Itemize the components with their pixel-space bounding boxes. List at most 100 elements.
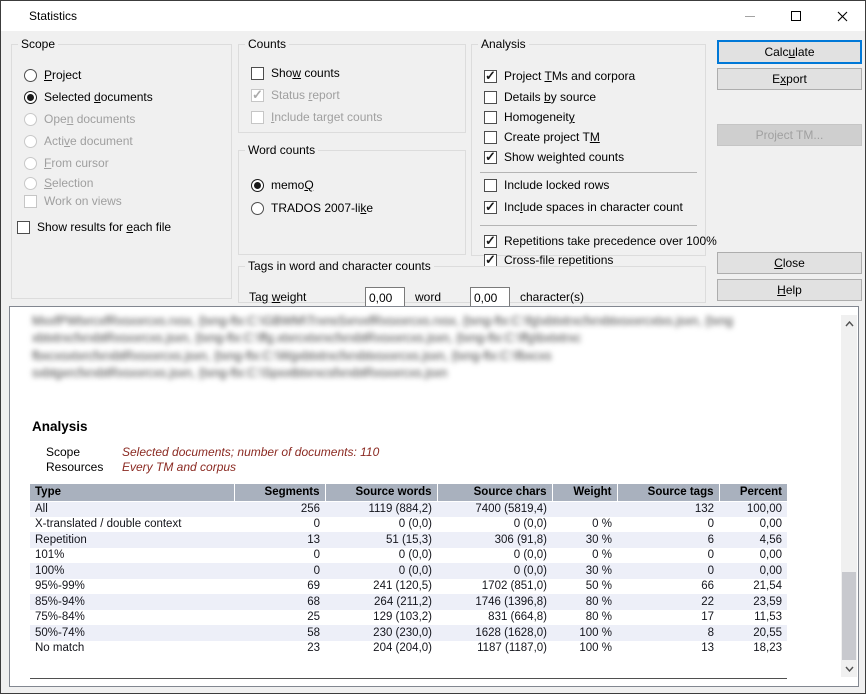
radio-label: memoQ	[271, 177, 314, 193]
column-header: Percent	[719, 484, 787, 501]
table-row: X-translated / double context00 (0,0)0 (…	[30, 517, 787, 533]
radio-active-document: Active document	[24, 133, 133, 149]
minimize-icon	[745, 16, 755, 17]
close-dialog-button[interactable]: Close	[717, 252, 862, 274]
radio-selection: Selection	[24, 175, 93, 191]
scroll-up-button[interactable]	[841, 315, 857, 332]
table-row: Repetition1351 (15,3)306 (91,8)30 %64,56	[30, 532, 787, 548]
table-cell: 230 (230,0)	[325, 625, 437, 641]
column-header: Source chars	[437, 484, 552, 501]
checkbox-status-report: Status report	[251, 87, 340, 103]
table-cell: 0	[234, 563, 325, 579]
checkbox-project-tms-and-corpora[interactable]: Project TMs and corpora	[484, 68, 635, 84]
checkbox-work-on-views: Work on views	[24, 193, 122, 209]
table-cell: 6	[617, 532, 719, 548]
radio-label: Project	[44, 67, 81, 83]
checkbox-include-spaces-in-character-count[interactable]: Include spaces in character count	[484, 199, 683, 215]
checkbox-show-results-for-each-file[interactable]: Show results for each file	[17, 219, 171, 235]
maximize-button[interactable]	[773, 1, 819, 31]
radio-icon	[24, 157, 37, 170]
table-cell: 66	[617, 579, 719, 595]
checkbox-label: Include target counts	[271, 109, 382, 125]
table-cell: 80 %	[552, 610, 617, 626]
checkbox-label: Details by source	[504, 89, 596, 105]
export-button[interactable]: Export	[717, 68, 862, 90]
table-cell: 58	[234, 625, 325, 641]
table-cell: 1746 (1396,8)	[437, 594, 552, 610]
table-cell: 4,56	[719, 532, 787, 548]
results-panel: MxxfPWtxrcxfRxsxxrcxs.rxsx, {txng-ftx:C:…	[9, 306, 859, 687]
table-cell: 21,54	[719, 579, 787, 595]
checkbox-checked-icon	[484, 151, 497, 164]
checkbox-repetitions-take-precedence[interactable]: Repetitions take precedence over 100%	[484, 233, 717, 249]
table-cell: 1187 (1187,0)	[437, 641, 552, 657]
column-header: Segments	[234, 484, 325, 501]
radio-trados-2007-like[interactable]: TRADOS 2007-like	[251, 200, 373, 216]
checkbox-include-locked-rows[interactable]: Include locked rows	[484, 177, 609, 193]
table-cell: 30 %	[552, 532, 617, 548]
report-resources-label: Resources	[46, 460, 126, 474]
calculate-button[interactable]: Calculate	[717, 40, 862, 64]
table-cell: 69	[234, 579, 325, 595]
table-cell: 8	[617, 625, 719, 641]
table-cell: 0,00	[719, 563, 787, 579]
table-cell: 18,23	[719, 641, 787, 657]
checkbox-label: Project TMs and corpora	[504, 68, 635, 84]
vertical-scrollbar[interactable]	[841, 315, 857, 677]
help-button[interactable]: Help	[717, 279, 862, 301]
radio-icon	[24, 113, 37, 126]
scrollbar-thumb[interactable]	[842, 572, 856, 660]
radio-label: Selection	[44, 175, 93, 191]
separator	[480, 225, 697, 226]
checkbox-details-by-source[interactable]: Details by source	[484, 89, 596, 105]
table-cell: 51 (15,3)	[325, 532, 437, 548]
table-cell: 80 %	[552, 594, 617, 610]
blurred-line: fbxcxsxtxrcfxrxbtRxsxxrcxs.jsxn, {txng-f…	[32, 348, 838, 365]
scroll-down-button[interactable]	[841, 660, 857, 677]
checkbox-checked-icon	[484, 235, 497, 248]
checkbox-checked-icon	[484, 201, 497, 214]
table-row: 75%-84%25129 (103,2)831 (664,8)80 %1711,…	[30, 610, 787, 626]
checkbox-label: Create project TM	[504, 129, 600, 145]
checkbox-checked-icon	[251, 89, 264, 102]
table-cell: 30 %	[552, 563, 617, 579]
checkbox-label: Include locked rows	[504, 177, 609, 193]
radio-project[interactable]: Project	[24, 67, 81, 83]
table-cell: 25	[234, 610, 325, 626]
radio-selected-documents[interactable]: Selected documents	[24, 89, 153, 105]
radio-icon	[24, 177, 37, 190]
word-unit-label: word	[415, 287, 441, 308]
table-cell: 0 (0,0)	[325, 548, 437, 564]
blurred-text-block: MxxfPWtxrcxfRxsxxrcxs.rxsx, {txng-ftx:C:…	[32, 313, 838, 383]
radio-memoq[interactable]: memoQ	[251, 177, 314, 193]
scope-group: Scope Project Selected documents Open do…	[11, 37, 232, 299]
column-header: Source tags	[617, 484, 719, 501]
table-cell: 0,00	[719, 548, 787, 564]
tag-weight-character-input[interactable]	[470, 287, 510, 308]
radio-label: Open documents	[44, 111, 135, 127]
radio-selected-icon	[251, 179, 264, 192]
analysis-group: Analysis Project TMs and corpora Details…	[471, 37, 706, 256]
report-scope-value: Selected documents; number of documents:…	[122, 445, 379, 459]
checkbox-icon	[484, 131, 497, 144]
statistics-dialog: Statistics Scope Project Selected docume…	[0, 0, 866, 694]
radio-icon	[24, 69, 37, 82]
radio-selected-icon	[24, 91, 37, 104]
checkbox-show-counts[interactable]: Show counts	[251, 65, 340, 81]
checkbox-homogeneity[interactable]: Homogeneity	[484, 109, 575, 125]
tag-weight-word-input[interactable]	[365, 287, 405, 308]
table-cell: 306 (91,8)	[437, 532, 552, 548]
table-cell: 100 %	[552, 641, 617, 657]
table-cell	[552, 501, 617, 517]
counts-group-label: Counts	[245, 37, 289, 51]
close-button[interactable]	[819, 1, 865, 31]
table-cell: 1628 (1628,0)	[437, 625, 552, 641]
table-cell: 256	[234, 501, 325, 517]
table-cell: 50 %	[552, 579, 617, 595]
checkbox-show-weighted-counts[interactable]: Show weighted counts	[484, 149, 624, 165]
table-cell: 0 %	[552, 517, 617, 533]
minimize-button[interactable]	[727, 1, 773, 31]
checkbox-create-project-tm[interactable]: Create project TM	[484, 129, 600, 145]
table-cell: 0	[617, 517, 719, 533]
tags-group-label: Tags in word and character counts	[245, 259, 434, 273]
